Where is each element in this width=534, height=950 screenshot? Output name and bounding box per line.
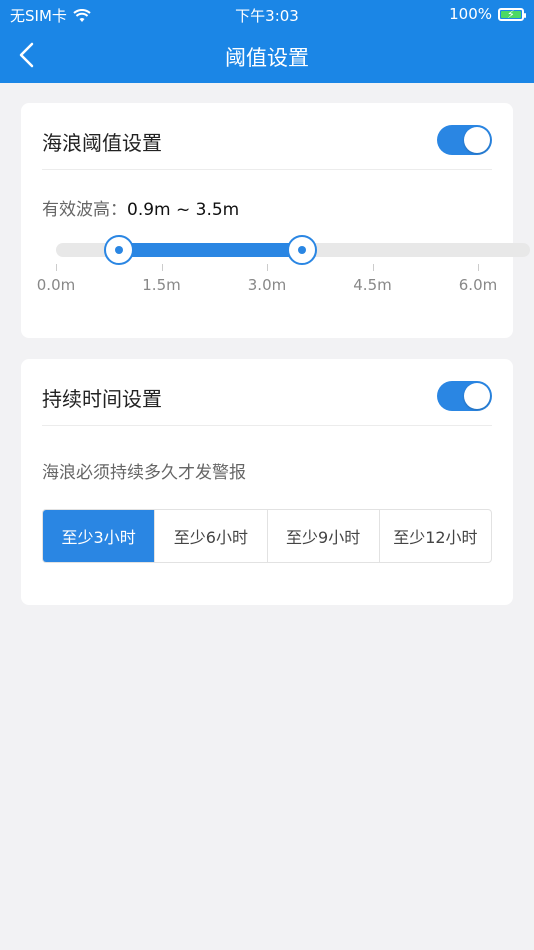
toggle-knob bbox=[464, 127, 490, 153]
status-right: 100% ⚡ bbox=[449, 5, 526, 23]
slider-tick bbox=[267, 264, 268, 271]
duration-option-9h[interactable]: 至少9小时 bbox=[266, 510, 379, 562]
wave-slider-high-thumb[interactable] bbox=[287, 235, 318, 265]
duration-option-6h[interactable]: 至少6小时 bbox=[154, 510, 266, 562]
duration-card: 持续时间设置 海浪必须持续多久才发警报 至少3小时 至少6小时 至少9小时 至少… bbox=[21, 359, 513, 605]
slider-tick-label: 1.5m bbox=[142, 276, 181, 294]
duration-card-header: 持续时间设置 bbox=[42, 359, 492, 426]
duration-description: 海浪必须持续多久才发警报 bbox=[42, 463, 246, 483]
slider-tick bbox=[372, 264, 374, 271]
toggle-knob bbox=[464, 383, 490, 409]
slider-tick bbox=[478, 264, 479, 271]
wave-threshold-card: 海浪阈值设置 有效波高：0.9m ~ 3.5m 0.0m 1.5m 3.0m 4.5m… bbox=[21, 103, 530, 338]
duration-option-12h[interactable]: 至少12小时 bbox=[378, 510, 491, 562]
status-bar: 无SIM卡 下午3:03 100% ⚡ bbox=[0, 0, 534, 28]
battery-icon: ⚡ bbox=[498, 7, 526, 21]
wave-card-header: 海浪阈值设置 bbox=[42, 103, 492, 170]
slider-tick-label: 6.0m bbox=[458, 276, 498, 294]
slider-tick-label: 0.0m bbox=[36, 276, 76, 294]
battery-percent: 100% bbox=[449, 5, 492, 23]
wave-height-value: 0.9m ~ 3.5m bbox=[127, 200, 240, 220]
wave-slider-range bbox=[119, 243, 303, 257]
wave-slider-low-thumb[interactable] bbox=[104, 235, 135, 265]
wave-card-title: 海浪阈值设置 bbox=[42, 131, 162, 155]
nav-bar: 阈值设置 bbox=[0, 28, 534, 83]
slider-tick bbox=[161, 264, 163, 271]
wave-height-label: 有效波高：0.9m ~ 3.5m bbox=[42, 195, 239, 220]
slider-tick-label: 4.5m bbox=[353, 276, 392, 294]
page-title: 阈值设置 bbox=[225, 46, 309, 70]
slider-tick-label: 3.0m bbox=[247, 276, 287, 294]
top-bar: 无SIM卡 下午3:03 100% ⚡ 阈值设置 bbox=[0, 0, 534, 83]
duration-toggle[interactable] bbox=[437, 381, 492, 411]
wave-threshold-toggle[interactable] bbox=[437, 125, 492, 155]
duration-option-3h[interactable]: 至少3小时 bbox=[43, 510, 155, 562]
slider-tick bbox=[56, 264, 57, 271]
duration-card-title: 持续时间设置 bbox=[42, 387, 162, 411]
wave-height-label-text: 有效波高： bbox=[42, 200, 127, 220]
duration-segmented-control: 至少3小时 至少6小时 至少9小时 至少12小时 bbox=[42, 509, 492, 563]
